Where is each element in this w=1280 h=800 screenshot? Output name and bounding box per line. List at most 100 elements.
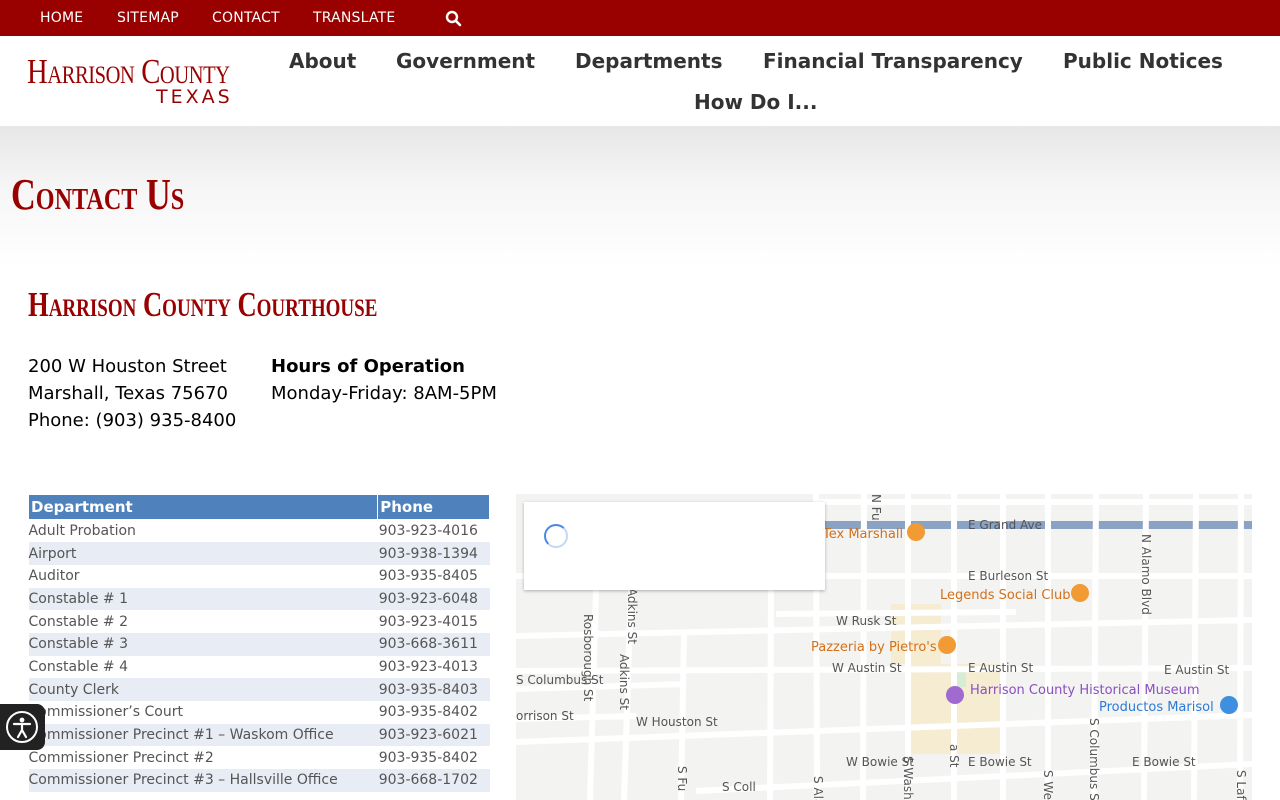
section-title: Harrison County Courthouse	[28, 285, 378, 324]
utility-bar: HOME SITEMAP CONTACT TRANSLATE	[0, 0, 1280, 36]
street-label: S Fu	[675, 766, 689, 791]
search-icon[interactable]	[445, 10, 462, 27]
department-cell: Commissioner Precinct #3 – Hallsville Of…	[28, 769, 378, 792]
place-label[interactable]: Legends Social Club	[940, 588, 1071, 603]
department-cell: Adult Probation	[28, 519, 378, 543]
street-label: S Columbus St	[1087, 718, 1101, 800]
phone-cell: 903-923-4013	[377, 655, 490, 679]
street-label: E Bowie St	[968, 755, 1032, 769]
street-label: S Wellin	[1041, 770, 1055, 800]
loading-spinner-icon	[544, 524, 568, 548]
place-label[interactable]: Pazzeria by Pietro's	[811, 640, 937, 655]
restaurant-pin-icon[interactable]	[907, 523, 925, 541]
street-label: Adkins St	[617, 654, 631, 710]
street-label: Adkins St	[625, 588, 639, 644]
department-cell: Auditor	[28, 564, 378, 588]
street-label: W Rusk St	[836, 614, 897, 628]
department-phone-table: Department Phone Adult Probation 903-923-…	[27, 494, 490, 792]
column-header-department: Department	[27, 494, 379, 520]
department-cell: Commissioner’s Court	[28, 701, 378, 724]
page-hero	[0, 126, 1280, 266]
accessibility-button[interactable]	[0, 704, 45, 750]
address-phone: Phone: (903) 935-8400	[28, 410, 237, 431]
place-label[interactable]: Harrison County Historical Museum	[970, 683, 1200, 698]
table-row: Constable # 2 903-923-4015	[28, 610, 490, 633]
street-label: a St	[947, 744, 961, 768]
accessibility-icon	[6, 711, 38, 743]
logo-subtitle: TEXAS	[156, 86, 233, 108]
phone-cell: 903-923-4015	[377, 610, 490, 633]
place-label[interactable]: Tex Marshall	[822, 527, 903, 542]
street-label: S Laf	[1234, 770, 1248, 800]
street-label: N Fu	[869, 494, 883, 521]
table-row: Commissioner’s Court 903-935-8402	[28, 701, 490, 724]
restaurant-pin-icon[interactable]	[938, 636, 956, 654]
table-row: Commissioner Precinct #3 – Hallsville Of…	[28, 769, 490, 792]
page-title: Contact Us	[11, 170, 185, 219]
location-map[interactable]: E Grand Ave E Burleson St W Rusk St W Au…	[516, 494, 1252, 800]
nav-item-about[interactable]: About	[289, 49, 356, 73]
department-cell: Commissioner Precinct #2	[28, 746, 378, 770]
street-label: E Austin St	[1164, 663, 1230, 677]
table-row: Commissioner Precinct #1 – Waskom Office…	[28, 723, 490, 747]
shop-pin-icon[interactable]	[1220, 696, 1238, 714]
street-label: S Coll	[722, 780, 756, 794]
hours-block: Hours of Operation Monday-Friday: 8AM-5P…	[271, 353, 497, 407]
site-header: Harrison County TEXAS About Government D…	[0, 36, 1280, 126]
nav-item-departments[interactable]: Departments	[575, 49, 723, 73]
street-label: E Austin St	[968, 661, 1034, 675]
nav-item-public-notices[interactable]: Public Notices	[1063, 49, 1223, 73]
phone-cell: 903-923-6021	[377, 723, 490, 747]
department-cell: County Clerk	[28, 678, 378, 701]
street-label: W Houston St	[636, 715, 718, 729]
phone-cell: 903-938-1394	[377, 542, 490, 565]
street-label: W Austin St	[832, 661, 902, 675]
table-row: County Clerk 903-935-8403	[28, 678, 490, 701]
street-label: Rosborough St	[581, 614, 595, 702]
table-row: Constable # 3 903-668-3611	[28, 632, 490, 656]
table-row: Constable # 1 903-923-6048	[28, 587, 490, 611]
home-link[interactable]: HOME	[40, 10, 83, 26]
hours-heading: Hours of Operation	[271, 356, 465, 377]
street-label: E Bowie St	[1132, 755, 1196, 769]
contact-link[interactable]: CONTACT	[212, 10, 280, 26]
table-row: Constable # 4 903-923-4013	[28, 655, 490, 679]
site-logo[interactable]: Harrison County	[27, 54, 230, 89]
department-cell: Constable # 2	[28, 610, 378, 633]
phone-cell: 903-923-4016	[377, 519, 490, 543]
address-city: Marshall, Texas 75670	[28, 383, 228, 404]
hours-value: Monday-Friday: 8AM-5PM	[271, 383, 497, 404]
nav-item-financial-transparency[interactable]: Financial Transparency	[763, 49, 1023, 73]
phone-cell: 903-935-8402	[377, 701, 490, 724]
table-row: Commissioner Precinct #2 903-935-8402	[28, 746, 490, 770]
table-row: Adult Probation 903-923-4016	[28, 519, 490, 543]
department-cell: Constable # 4	[28, 655, 378, 679]
translate-link[interactable]: TRANSLATE	[313, 10, 395, 26]
phone-cell: 903-935-8403	[377, 678, 490, 701]
sitemap-link[interactable]: SITEMAP	[117, 10, 179, 26]
table-row: Auditor 903-935-8405	[28, 564, 490, 588]
department-cell: Commissioner Precinct #1 – Waskom Office	[28, 723, 378, 747]
table-row: Airport 903-938-1394	[28, 542, 490, 565]
table-header-row: Department Phone	[27, 494, 490, 520]
museum-pin-icon[interactable]	[946, 686, 964, 704]
phone-cell: 903-935-8402	[377, 746, 490, 770]
department-cell: Constable # 1	[28, 587, 378, 611]
address-block: 200 W Houston Street Marshall, Texas 756…	[28, 353, 236, 434]
phone-cell: 903-668-1702	[377, 769, 490, 792]
street-label: orrison St	[516, 709, 574, 723]
street-label: N Alamo Blvd	[1139, 534, 1153, 615]
nav-item-government[interactable]: Government	[396, 49, 535, 73]
place-label[interactable]: Productos Marisol	[1099, 700, 1214, 715]
bar-pin-icon[interactable]	[1071, 584, 1089, 602]
phone-cell: 903-923-6048	[377, 587, 490, 611]
street-label: E Grand Ave	[968, 518, 1042, 532]
nav-item-how-do-i[interactable]: How Do I...	[694, 90, 817, 114]
column-header-phone: Phone	[377, 494, 490, 520]
phone-cell: 903-935-8405	[377, 564, 490, 588]
street-label: S Ala	[811, 776, 825, 800]
street-label: S Washing	[901, 756, 915, 800]
department-cell: Airport	[28, 542, 378, 565]
address-street: 200 W Houston Street	[28, 356, 227, 377]
department-cell: Constable # 3	[28, 632, 378, 656]
